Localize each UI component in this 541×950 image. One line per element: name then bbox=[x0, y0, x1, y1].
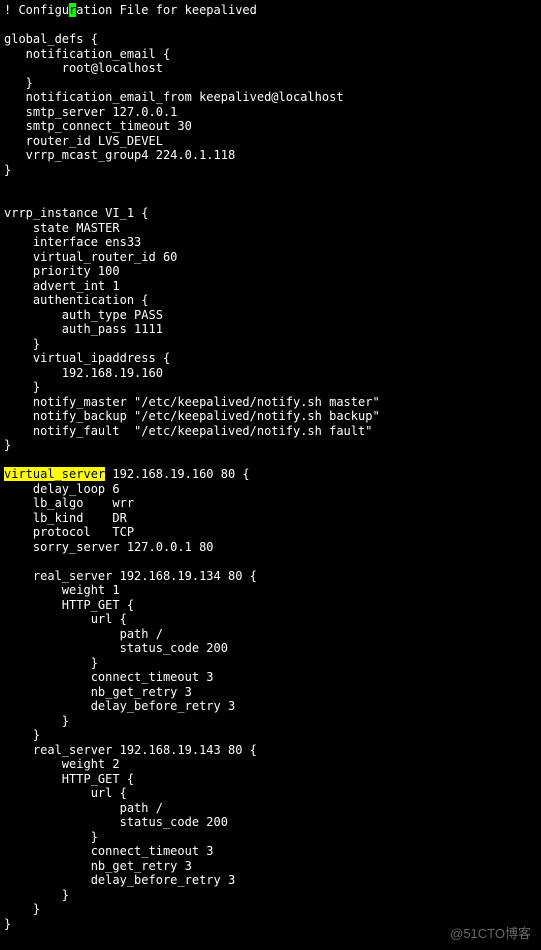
vrrp-auth-open: authentication { bbox=[4, 293, 149, 307]
rs2-http-get-close: } bbox=[4, 888, 69, 902]
vs-protocol: protocol TCP bbox=[4, 525, 134, 539]
vrrp-auth-close: } bbox=[4, 337, 40, 351]
rs1-close: } bbox=[4, 728, 40, 742]
vs-delay-loop: delay_loop 6 bbox=[4, 482, 120, 496]
config-comment-suffix: ation File for keepalived bbox=[76, 3, 257, 17]
rs1-http-get-open: HTTP_GET { bbox=[4, 598, 134, 612]
rs2-close: } bbox=[4, 902, 40, 916]
vrrp-vip-value: 192.168.19.160 bbox=[4, 366, 163, 380]
vrrp-interface: interface ens33 bbox=[4, 235, 141, 249]
rs2-open: real_server 192.168.19.143 80 { bbox=[4, 743, 257, 757]
vs-sorry-server: sorry_server 127.0.0.1 80 bbox=[4, 540, 214, 554]
smtp-server: smtp_server 127.0.0.1 bbox=[4, 105, 177, 119]
rs1-http-get-close: } bbox=[4, 714, 69, 728]
virtual-server-keyword-highlight: virtual_server bbox=[4, 467, 105, 481]
global-defs-close: } bbox=[4, 163, 11, 177]
vrrp-instance-close: } bbox=[4, 438, 11, 452]
rs1-delay-before-retry: delay_before_retry 3 bbox=[4, 699, 235, 713]
rs1-connect-timeout: connect_timeout 3 bbox=[4, 670, 214, 684]
notification-email-open: notification_email { bbox=[4, 47, 170, 61]
vrrp-priority: priority 100 bbox=[4, 264, 120, 278]
rs2-url-close: } bbox=[4, 830, 98, 844]
rs2-http-get-open: HTTP_GET { bbox=[4, 772, 134, 786]
vrrp-notify-master: notify_master "/etc/keepalived/notify.sh… bbox=[4, 395, 380, 409]
terminal-output: ! Configuration File for keepalived glob… bbox=[0, 0, 541, 934]
virtual-server-close: } bbox=[4, 917, 11, 931]
vs-lb-kind: lb_kind DR bbox=[4, 511, 127, 525]
rs2-nb-get-retry: nb_get_retry 3 bbox=[4, 859, 192, 873]
vrrp-auth-type: auth_type PASS bbox=[4, 308, 163, 322]
rs2-connect-timeout: connect_timeout 3 bbox=[4, 844, 214, 858]
router-id: router_id LVS_DEVEL bbox=[4, 134, 163, 148]
vrrp-vip-open: virtual_ipaddress { bbox=[4, 351, 170, 365]
vrrp-auth-pass: auth_pass 1111 bbox=[4, 322, 163, 336]
rs2-url-open: url { bbox=[4, 786, 127, 800]
rs1-nb-get-retry: nb_get_retry 3 bbox=[4, 685, 192, 699]
vs-lb-algo: lb_algo wrr bbox=[4, 496, 134, 510]
notification-email-value: root@localhost bbox=[4, 61, 163, 75]
global-defs-open: global_defs { bbox=[4, 32, 98, 46]
smtp-connect-timeout: smtp_connect_timeout 30 bbox=[4, 119, 192, 133]
rs1-weight: weight 1 bbox=[4, 583, 120, 597]
rs1-url-open: url { bbox=[4, 612, 127, 626]
vrrp-virtual-router-id: virtual_router_id 60 bbox=[4, 250, 177, 264]
vrrp-mcast-group: vrrp_mcast_group4 224.0.1.118 bbox=[4, 148, 235, 162]
notification-email-from: notification_email_from keepalived@local… bbox=[4, 90, 344, 104]
rs1-url-close: } bbox=[4, 656, 98, 670]
config-comment-prefix: ! Configu bbox=[4, 3, 69, 17]
rs2-delay-before-retry: delay_before_retry 3 bbox=[4, 873, 235, 887]
rs2-url-status: status_code 200 bbox=[4, 815, 228, 829]
vrrp-advert-int: advert_int 1 bbox=[4, 279, 120, 293]
vrrp-notify-fault: notify_fault "/etc/keepalived/notify.sh … bbox=[4, 424, 372, 438]
rs1-open: real_server 192.168.19.134 80 { bbox=[4, 569, 257, 583]
vrrp-vip-close: } bbox=[4, 380, 40, 394]
vrrp-state: state MASTER bbox=[4, 221, 120, 235]
rs2-url-path: path / bbox=[4, 801, 163, 815]
vrrp-instance-open: vrrp_instance VI_1 { bbox=[4, 206, 149, 220]
rs2-weight: weight 2 bbox=[4, 757, 120, 771]
virtual-server-open-rest: 192.168.19.160 80 { bbox=[105, 467, 250, 481]
rs1-url-path: path / bbox=[4, 627, 163, 641]
notification-email-close: } bbox=[4, 76, 33, 90]
rs1-url-status: status_code 200 bbox=[4, 641, 228, 655]
vrrp-notify-backup: notify_backup "/etc/keepalived/notify.sh… bbox=[4, 409, 380, 423]
